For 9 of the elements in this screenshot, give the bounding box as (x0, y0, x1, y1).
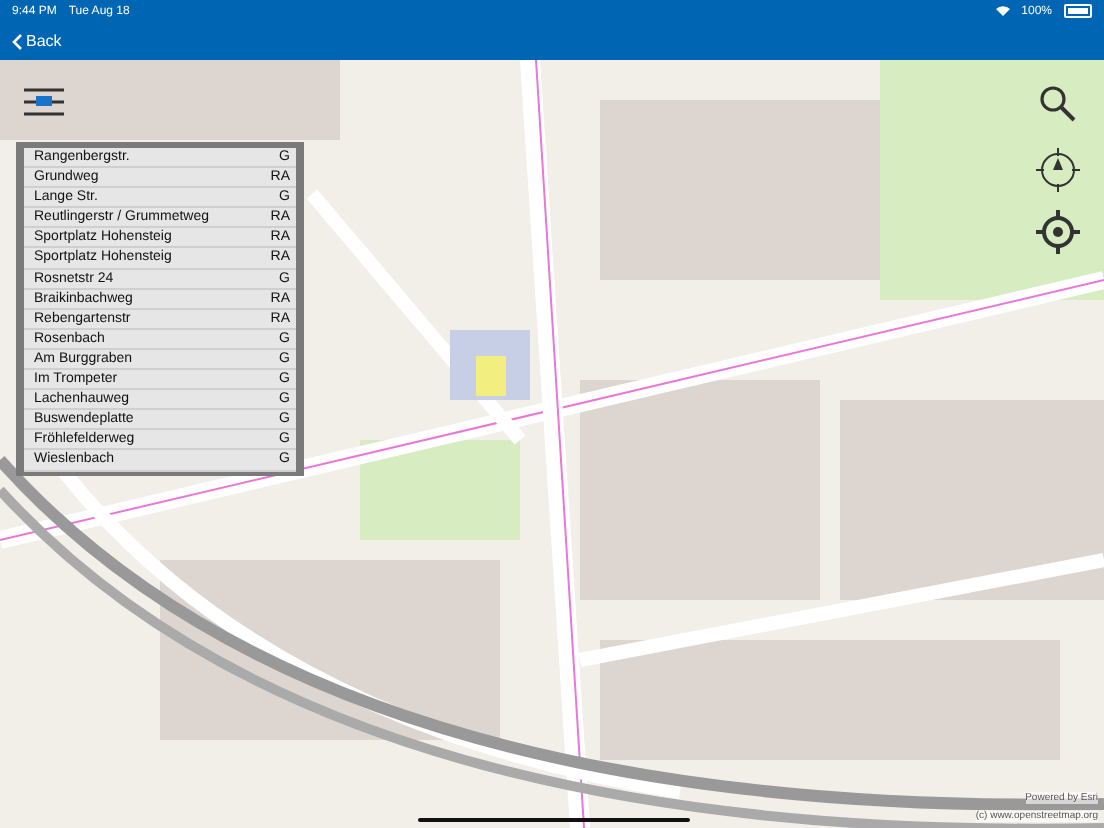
search-icon[interactable] (1038, 84, 1076, 122)
chevron-left-icon (12, 33, 22, 49)
battery-icon (1064, 4, 1092, 18)
layers-icon[interactable] (22, 86, 66, 118)
wifi-icon (995, 6, 1010, 16)
compass-icon[interactable] (1036, 148, 1080, 192)
back-button[interactable]: Back (8, 30, 66, 52)
highlighted-building (450, 330, 530, 400)
locate-icon[interactable] (1036, 210, 1080, 254)
